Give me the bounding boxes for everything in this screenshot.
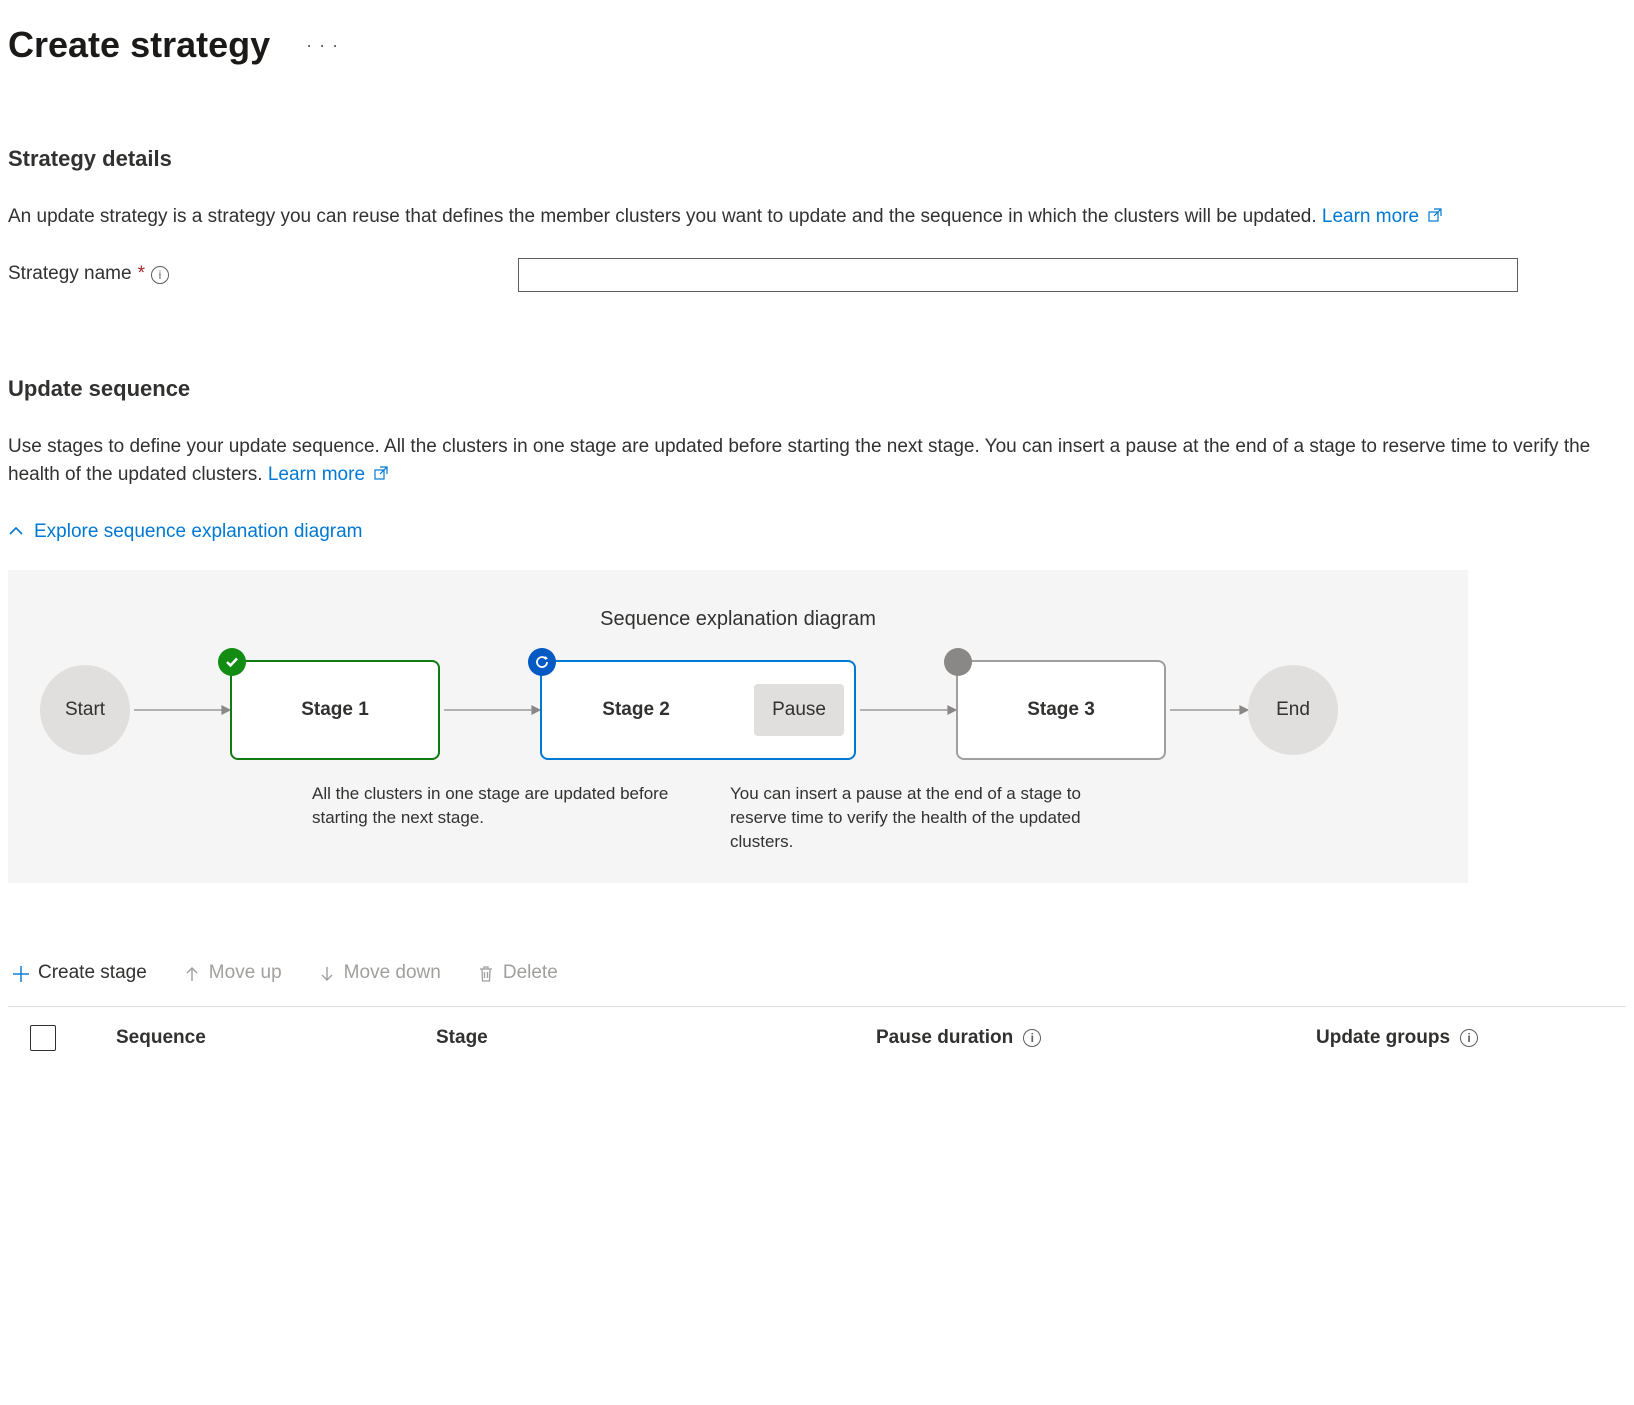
arrow-icon — [1166, 700, 1248, 720]
learn-more-link-strategy[interactable]: Learn more — [1322, 206, 1442, 227]
info-icon[interactable]: i — [1023, 1029, 1041, 1047]
diagram-caption-2: You can insert a pause at the end of a s… — [730, 782, 1130, 853]
diagram-node-stage1: Stage 1 — [230, 660, 440, 760]
arrow-up-icon — [183, 965, 201, 983]
diagram-caption-1: All the clusters in one stage are update… — [312, 782, 730, 853]
col-update-groups[interactable]: Update groups i — [1316, 1024, 1618, 1053]
plus-icon — [12, 965, 30, 983]
page-title: Create strategy — [8, 18, 270, 72]
pause-chip: Pause — [754, 684, 844, 737]
arrow-icon — [440, 700, 540, 720]
arrow-icon — [856, 700, 956, 720]
arrow-icon — [130, 700, 230, 720]
diagram-title: Sequence explanation diagram — [40, 604, 1436, 634]
learn-more-link-sequence[interactable]: Learn more — [268, 464, 388, 485]
update-sequence-description: Use stages to define your update sequenc… — [8, 433, 1608, 490]
pending-icon — [944, 648, 972, 676]
arrow-down-icon — [318, 965, 336, 983]
info-icon[interactable]: i — [151, 266, 169, 284]
col-pause-duration[interactable]: Pause duration i — [876, 1024, 1316, 1053]
col-stage[interactable]: Stage — [436, 1024, 876, 1053]
required-asterisk: * — [138, 260, 145, 289]
sequence-diagram-panel: Sequence explanation diagram Start Stage… — [8, 570, 1468, 883]
external-link-icon — [374, 461, 388, 490]
toggle-diagram[interactable]: Explore sequence explanation diagram — [8, 518, 1626, 547]
table-header-row: Sequence Stage Pause duration i Update g… — [8, 1007, 1626, 1069]
chevron-up-icon — [8, 518, 24, 547]
sync-icon — [528, 648, 556, 676]
checkmark-icon — [218, 648, 246, 676]
stages-table: Sequence Stage Pause duration i Update g… — [8, 1006, 1626, 1069]
strategy-details-heading: Strategy details — [8, 142, 1626, 175]
external-link-icon — [1428, 203, 1442, 232]
select-all-checkbox[interactable] — [30, 1025, 56, 1051]
update-sequence-heading: Update sequence — [8, 372, 1626, 405]
diagram-node-start: Start — [40, 665, 130, 755]
diagram-node-end: End — [1248, 665, 1338, 755]
col-sequence[interactable]: Sequence — [116, 1024, 436, 1053]
strategy-details-description: An update strategy is a strategy you can… — [8, 203, 1608, 232]
strategy-name-label: Strategy name — [8, 260, 132, 289]
create-stage-button[interactable]: Create stage — [12, 959, 147, 988]
diagram-node-stage2: Stage 2 Pause — [540, 660, 856, 760]
diagram-node-stage3: Stage 3 — [956, 660, 1166, 760]
move-down-button: Move down — [318, 959, 441, 988]
more-actions-button[interactable]: · · · — [300, 28, 345, 63]
trash-icon — [477, 965, 495, 983]
strategy-name-input[interactable] — [518, 258, 1518, 292]
delete-button: Delete — [477, 959, 558, 988]
move-up-button: Move up — [183, 959, 282, 988]
info-icon[interactable]: i — [1460, 1029, 1478, 1047]
